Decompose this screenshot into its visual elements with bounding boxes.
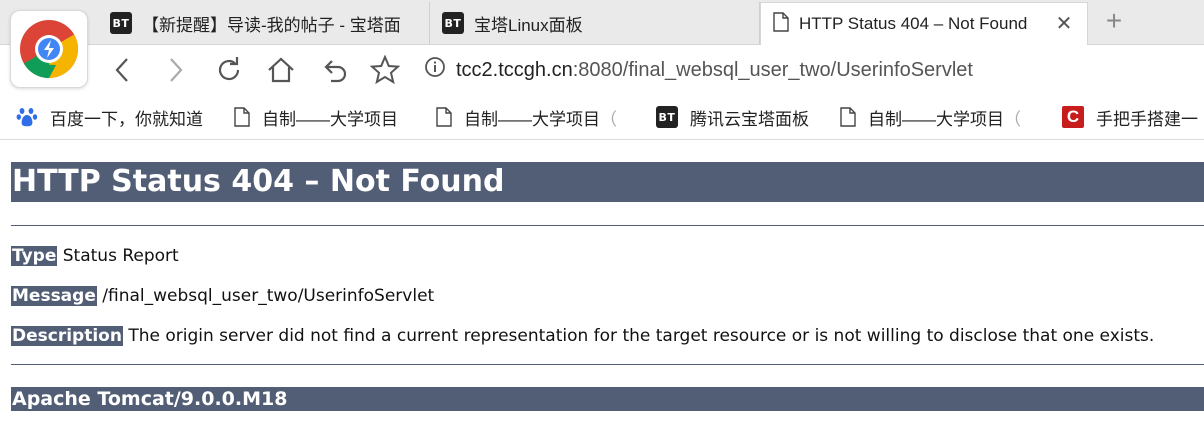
bt-icon: BT (656, 106, 678, 128)
page-icon (773, 11, 789, 37)
tab-bar: BT 【新提醒】导读-我的帖子 - 宝塔面 BT 宝塔Linux面板 HTTP … (0, 0, 1204, 45)
description-row: Description The origin server did not fi… (11, 326, 1154, 346)
browser-chrome: BT 【新提醒】导读-我的帖子 - 宝塔面 BT 宝塔Linux面板 HTTP … (0, 0, 1204, 140)
browser-logo-icon (20, 20, 78, 78)
description-label: Description (11, 326, 123, 346)
bt-icon: BT (110, 12, 132, 34)
page-icon (436, 107, 452, 127)
divider (11, 364, 1204, 365)
page-icon (840, 107, 856, 127)
type-label: Type (11, 246, 58, 266)
bookmark-star-button[interactable] (370, 55, 400, 85)
back-arrow-icon (115, 58, 128, 82)
type-value: Status Report (62, 246, 179, 266)
bookmark-label-overflow: （ (1004, 109, 1021, 129)
bookmark-university-project-2[interactable]: 自制——大学项目（ (436, 105, 636, 129)
url-path: :8080/final_websql_user_two/UserinfoServ… (572, 58, 973, 81)
bt-icon: BT (442, 12, 464, 34)
message-row: Message /final_websql_user_two/UserinfoS… (11, 286, 434, 306)
bookmark-label: 百度一下，你就知道 (50, 109, 203, 129)
bookmark-tencent-bt-panel[interactable]: BT 腾讯云宝塔面板 (656, 105, 826, 129)
close-tab-icon[interactable]: ✕ (1053, 12, 1075, 35)
bookmark-university-project-1[interactable]: 自制——大学项目 (234, 105, 420, 129)
page-title: HTTP Status 404 – Not Found (11, 162, 1204, 202)
undo-icon (324, 60, 347, 83)
tab-bbs-posts[interactable]: BT 【新提醒】导读-我的帖子 - 宝塔面 (98, 2, 430, 44)
browser-logo (10, 10, 88, 88)
star-icon (370, 55, 400, 85)
home-icon (268, 57, 294, 83)
bookmark-label: 腾讯云宝塔面板 (690, 109, 809, 129)
description-value: The origin server did not find a current… (128, 326, 1155, 346)
forward-arrow-icon (170, 58, 183, 82)
back-button[interactable] (108, 55, 138, 85)
reload-icon (218, 57, 240, 81)
navigation-bar: tcc2.tccgh.cn:8080/final_websql_user_two… (0, 45, 1204, 95)
csdn-icon: C (1062, 106, 1084, 128)
bookmark-label: 自制——大学项目 (464, 109, 600, 129)
site-info-icon[interactable] (424, 56, 446, 84)
bookmark-label-overflow: （ (600, 109, 617, 129)
address-bar[interactable]: tcc2.tccgh.cn:8080/final_websql_user_two… (424, 54, 1194, 86)
divider (11, 225, 1204, 226)
message-value: /final_websql_user_two/UserinfoServlet (102, 286, 435, 306)
bookmark-university-project-3[interactable]: 自制——大学项目（ (840, 105, 1050, 129)
tab-title: 【新提醒】导读-我的帖子 - 宝塔面 (142, 15, 401, 35)
bookmark-csdn-tutorial[interactable]: C 手把手搭建一 (1062, 105, 1204, 129)
page-content: HTTP Status 404 – Not Found Type Status … (0, 141, 1204, 431)
new-tab-icon[interactable]: + (1100, 5, 1128, 36)
page-icon (234, 107, 250, 127)
reload-button[interactable] (214, 55, 244, 85)
url-host: tcc2.tccgh.cn (456, 58, 573, 81)
baidu-paw-icon (16, 106, 38, 128)
server-footer: Apache Tomcat/9.0.0.M18 (11, 387, 1204, 411)
tab-title: 宝塔Linux面板 (474, 15, 583, 35)
tab-http-404[interactable]: HTTP Status 404 – Not Found ✕ (760, 2, 1088, 45)
bookmarks-bar: 百度一下，你就知道 自制——大学项目 自制——大学项目（ BT 腾讯云宝塔面板 … (0, 95, 1204, 140)
bookmark-label: 自制——大学项目 (262, 109, 398, 129)
tab-bt-panel[interactable]: BT 宝塔Linux面板 (430, 2, 760, 44)
bookmark-baidu[interactable]: 百度一下，你就知道 (16, 105, 222, 129)
forward-button[interactable] (160, 55, 190, 85)
tab-title: HTTP Status 404 – Not Found (799, 14, 1028, 33)
message-label: Message (11, 286, 97, 306)
home-button[interactable] (266, 55, 296, 85)
type-row: Type Status Report (11, 246, 179, 266)
bookmark-label: 手把手搭建一 (1096, 109, 1198, 129)
bookmark-label: 自制——大学项目 (868, 109, 1004, 129)
undo-close-button[interactable] (320, 55, 350, 85)
